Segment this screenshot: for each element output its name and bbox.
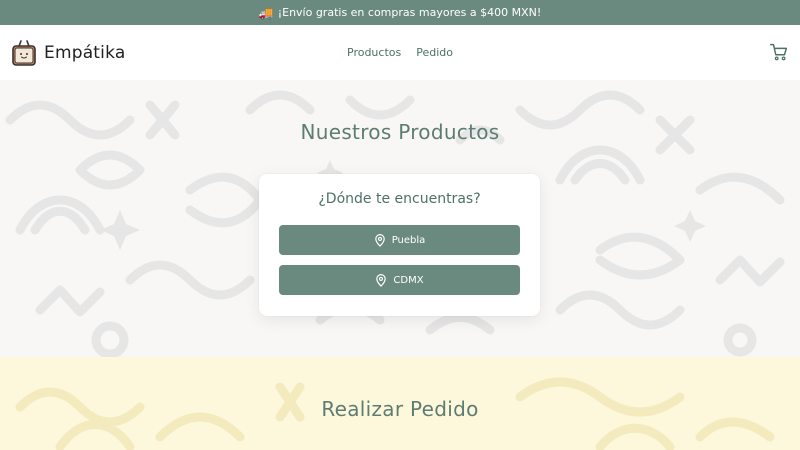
location-button-cdmx[interactable]: CDMX bbox=[279, 265, 520, 295]
top-nav: Empátika Productos Pedido bbox=[0, 25, 800, 80]
brand-name: Empátika bbox=[44, 42, 126, 63]
order-title: Realizar Pedido bbox=[321, 397, 479, 421]
products-title: Nuestros Productos bbox=[300, 120, 500, 144]
brand[interactable]: Empátika bbox=[12, 39, 126, 66]
location-button-puebla[interactable]: Puebla bbox=[279, 225, 520, 255]
truck-icon: 🚚 bbox=[258, 5, 274, 20]
location-label: Puebla bbox=[391, 234, 426, 246]
location-label: CDMX bbox=[393, 274, 424, 286]
nav-link-productos[interactable]: Productos bbox=[347, 46, 401, 59]
location-card: ¿Dónde te encuentras? Puebla CDMX bbox=[259, 174, 540, 316]
location-prompt: ¿Dónde te encuentras? bbox=[318, 191, 481, 207]
nav-link-pedido[interactable]: Pedido bbox=[416, 46, 453, 59]
map-pin-icon bbox=[374, 233, 385, 247]
tote-bag-smile-icon bbox=[12, 39, 36, 66]
cart-icon[interactable] bbox=[768, 41, 790, 63]
map-pin-icon bbox=[376, 273, 387, 287]
promo-text: ¡Envío gratis en compras mayores a $400 … bbox=[277, 6, 542, 19]
order-section: Realizar Pedido bbox=[0, 357, 800, 450]
promo-banner: 🚚 ¡Envío gratis en compras mayores a $40… bbox=[0, 0, 800, 25]
products-section: Nuestros Productos ¿Dónde te encuentras?… bbox=[0, 80, 800, 357]
